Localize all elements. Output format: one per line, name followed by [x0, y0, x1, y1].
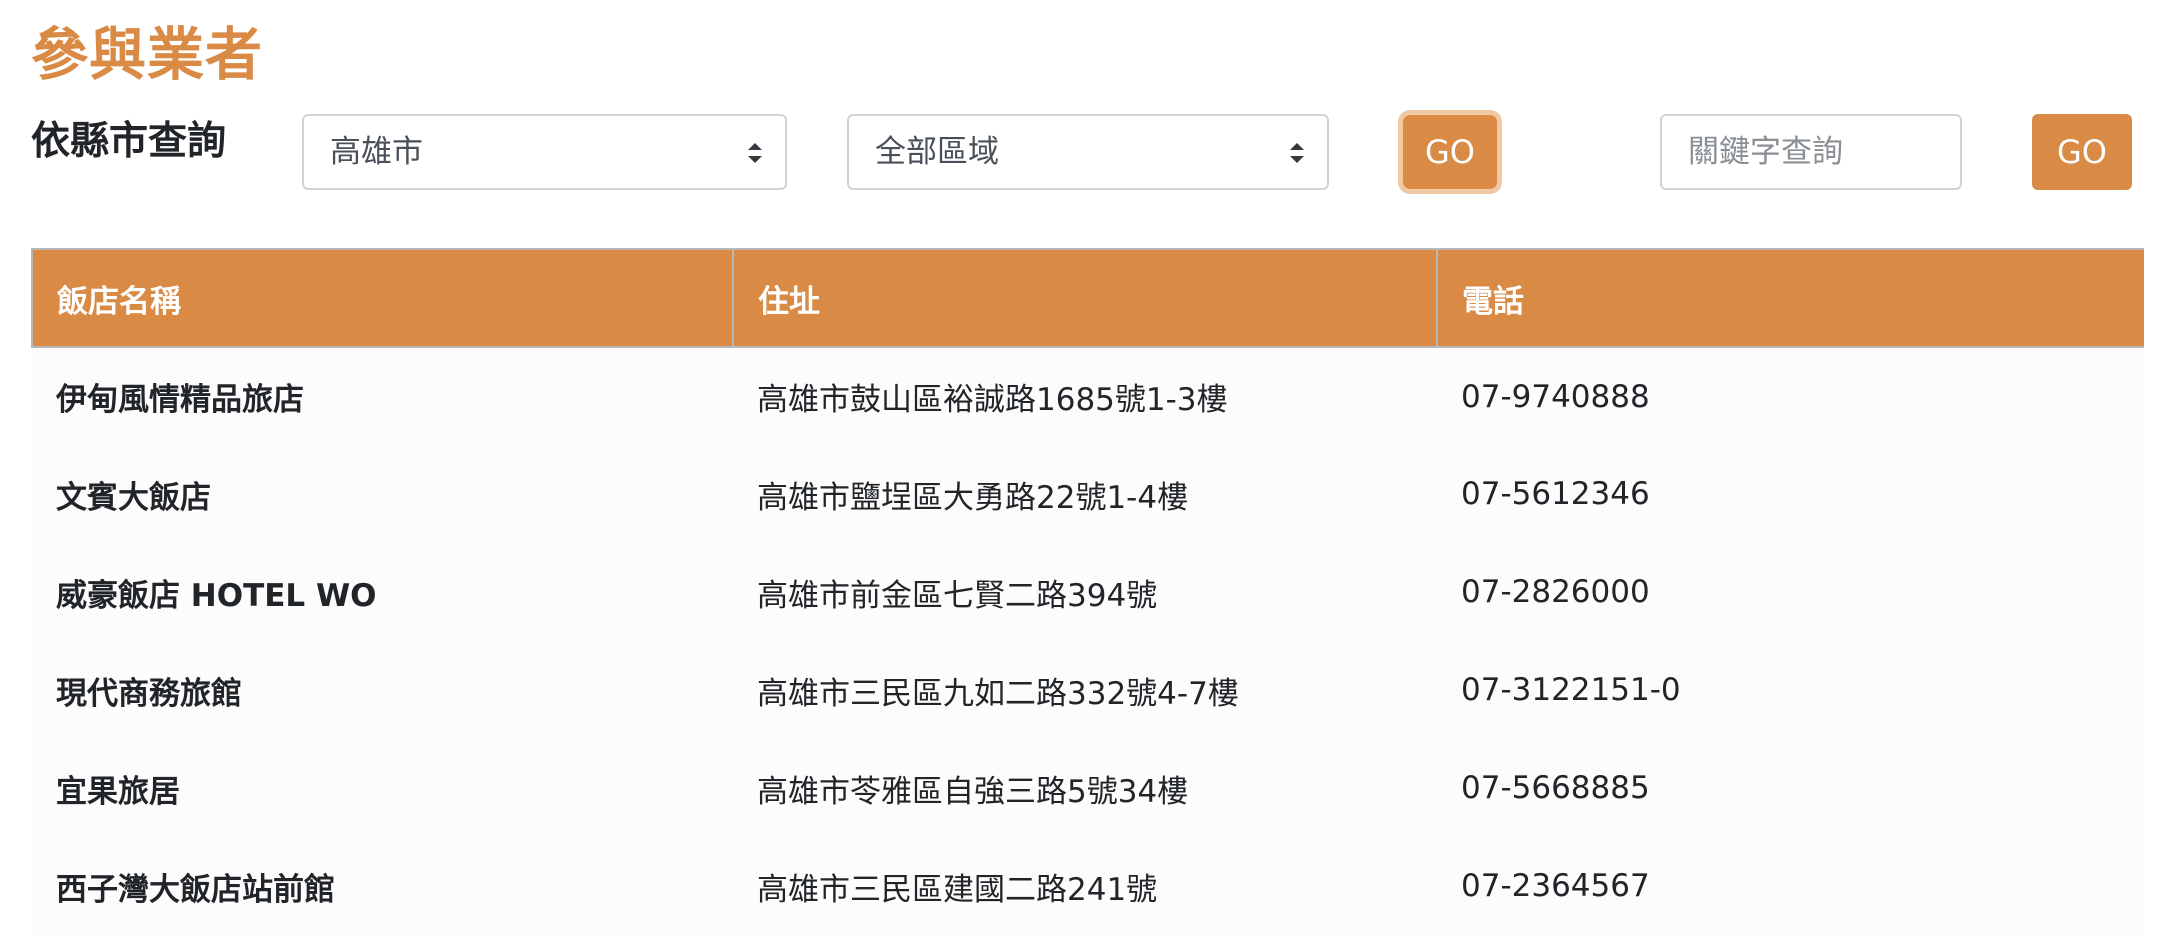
- hotel-phone: 07-5668885: [1437, 739, 2144, 837]
- header-hotel-name: 飯店名稱: [31, 248, 734, 348]
- table-header-row: 飯店名稱 住址 電話: [31, 248, 2144, 348]
- header-phone: 電話: [1436, 248, 2144, 348]
- hotel-name: 威豪飯店 HOTEL WO: [32, 543, 733, 641]
- page-title: 參與業者: [31, 22, 263, 88]
- hotel-phone: 07-5612346: [1437, 445, 2144, 543]
- hotel-address: 高雄市苓雅區自強三路5號34樓: [733, 739, 1437, 837]
- hotel-address: 高雄市鼓山區裕誠路1685號1-3樓: [733, 347, 1437, 445]
- page: 參與業者 依縣市查詢 高雄市 全部區域 GO 關鍵字查詢 GO 飯店名稱 住址 …: [0, 0, 2164, 940]
- area-select[interactable]: 全部區域: [847, 114, 1329, 190]
- hotel-name: 宜果旅居: [32, 739, 733, 837]
- keyword-search-input[interactable]: 關鍵字查詢: [1660, 114, 1962, 190]
- table-row: 宜果旅居 高雄市苓雅區自強三路5號34樓 07-5668885: [32, 739, 2144, 837]
- keyword-placeholder: 關鍵字查詢: [1688, 134, 1843, 170]
- hotel-phone: 07-2364567: [1437, 837, 2144, 935]
- hotel-address: 高雄市前金區七賢二路394號: [733, 543, 1437, 641]
- filter-label: 依縣市查詢: [31, 119, 227, 164]
- hotel-address: 高雄市三民區九如二路332號4-7樓: [733, 641, 1437, 739]
- hotel-address: 高雄市三民區建國二路241號: [733, 837, 1437, 935]
- hotel-name: 西子灣大飯店站前館: [32, 837, 733, 935]
- hotel-phone: 07-9740888: [1437, 347, 2144, 445]
- select-arrows-icon: [1289, 142, 1305, 164]
- hotel-name: 文賓大飯店: [32, 445, 733, 543]
- header-address: 住址: [732, 248, 1438, 348]
- city-select-value: 高雄市: [330, 134, 423, 170]
- hotel-phone: 07-3122151-0: [1437, 641, 2144, 739]
- hotel-name: 伊甸風情精品旅店: [32, 347, 733, 445]
- hotel-address: 高雄市鹽埕區大勇路22號1-4樓: [733, 445, 1437, 543]
- table-row: 威豪飯店 HOTEL WO 高雄市前金區七賢二路394號 07-2826000: [32, 543, 2144, 641]
- hotel-table-container: 飯店名稱 住址 電話 伊甸風情精品旅店 高雄市鼓山區裕誠路1685號1-3樓 0…: [31, 248, 2144, 940]
- hotel-phone: 07-2826000: [1437, 543, 2144, 641]
- city-select[interactable]: 高雄市: [302, 114, 787, 190]
- table-row: 文賓大飯店 高雄市鹽埕區大勇路22號1-4樓 07-5612346: [32, 445, 2144, 543]
- hotel-table: 飯店名稱 住址 電話 伊甸風情精品旅店 高雄市鼓山區裕誠路1685號1-3樓 0…: [31, 248, 2144, 935]
- area-select-value: 全部區域: [875, 134, 999, 170]
- table-row: 現代商務旅館 高雄市三民區九如二路332號4-7樓 07-3122151-0: [32, 641, 2144, 739]
- table-row: 伊甸風情精品旅店 高雄市鼓山區裕誠路1685號1-3樓 07-9740888: [32, 347, 2144, 445]
- select-arrows-icon: [747, 142, 763, 164]
- table-row: 西子灣大飯店站前館 高雄市三民區建國二路241號 07-2364567: [32, 837, 2144, 935]
- hotel-name: 現代商務旅館: [32, 641, 733, 739]
- filter-go-button[interactable]: GO: [1398, 110, 1502, 194]
- keyword-go-button[interactable]: GO: [2032, 114, 2132, 190]
